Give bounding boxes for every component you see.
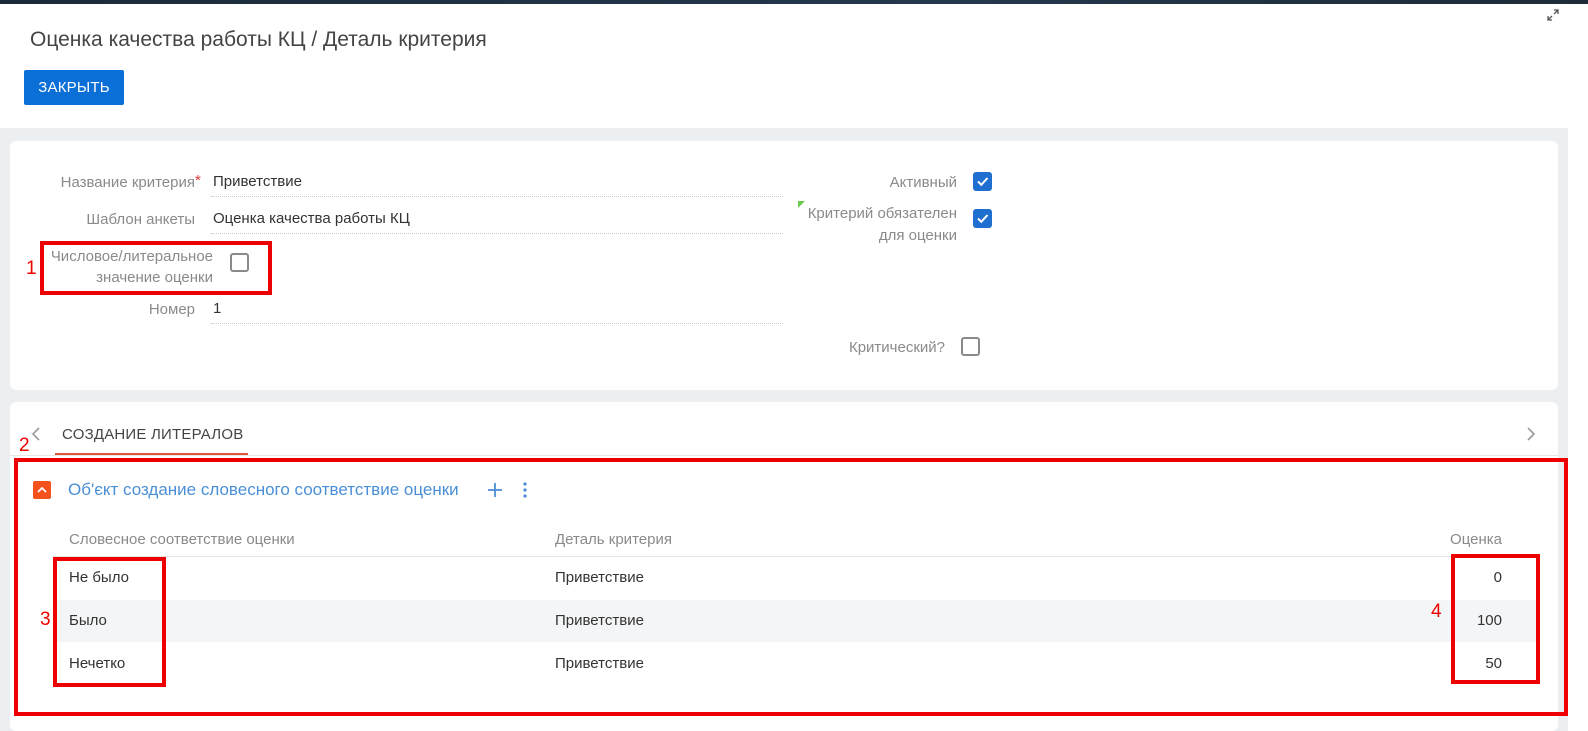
page-title: Оценка качества работы КЦ / Деталь крите… [30,28,487,51]
template-value[interactable]: Оценка качества работы КЦ [213,210,410,227]
annotation-number-1: 1 [26,258,37,279]
mandatory-label-line1: Критерий обязателен [807,205,957,222]
name-underline [211,196,783,197]
annotation-number-2: 2 [19,435,30,456]
annotation-number-4: 4 [1431,601,1442,622]
name-value[interactable]: Приветствие [213,173,302,190]
chevron-right-icon[interactable] [1525,426,1537,442]
annotation-number-3: 3 [40,609,51,630]
active-label: Активный [889,174,957,191]
annotation-box-1 [40,241,272,295]
expand-icon[interactable] [1546,8,1560,22]
annotation-box-3 [53,557,166,687]
mandatory-checkbox[interactable] [973,209,992,228]
number-label: Номер [148,301,195,318]
close-button[interactable]: ЗАКРЫТЬ [24,70,124,105]
active-checkbox[interactable] [973,172,992,191]
required-mark: * [195,172,201,189]
number-underline [211,323,783,324]
annotation-box-4 [1451,554,1540,684]
check-icon [977,177,989,187]
check-icon [977,214,989,224]
number-value[interactable]: 1 [213,300,221,317]
page-header: Оценка качества работы КЦ / Деталь крите… [0,4,1568,128]
chevron-left-icon[interactable] [30,426,42,442]
tabs-divider [10,455,1558,456]
annotation-box-2 [14,458,1568,716]
critical-checkbox[interactable] [961,337,980,356]
template-label: Шаблон анкеты [86,211,195,228]
mandatory-label-line2: для оценки [878,227,957,244]
critical-label: Критический? [848,339,945,356]
tab-create-literals[interactable]: СОЗДАНИЕ ЛИТЕРАЛОВ [62,426,243,443]
template-underline [211,233,783,234]
name-label: Название критерия [60,174,195,191]
right-edge [1568,4,1588,731]
